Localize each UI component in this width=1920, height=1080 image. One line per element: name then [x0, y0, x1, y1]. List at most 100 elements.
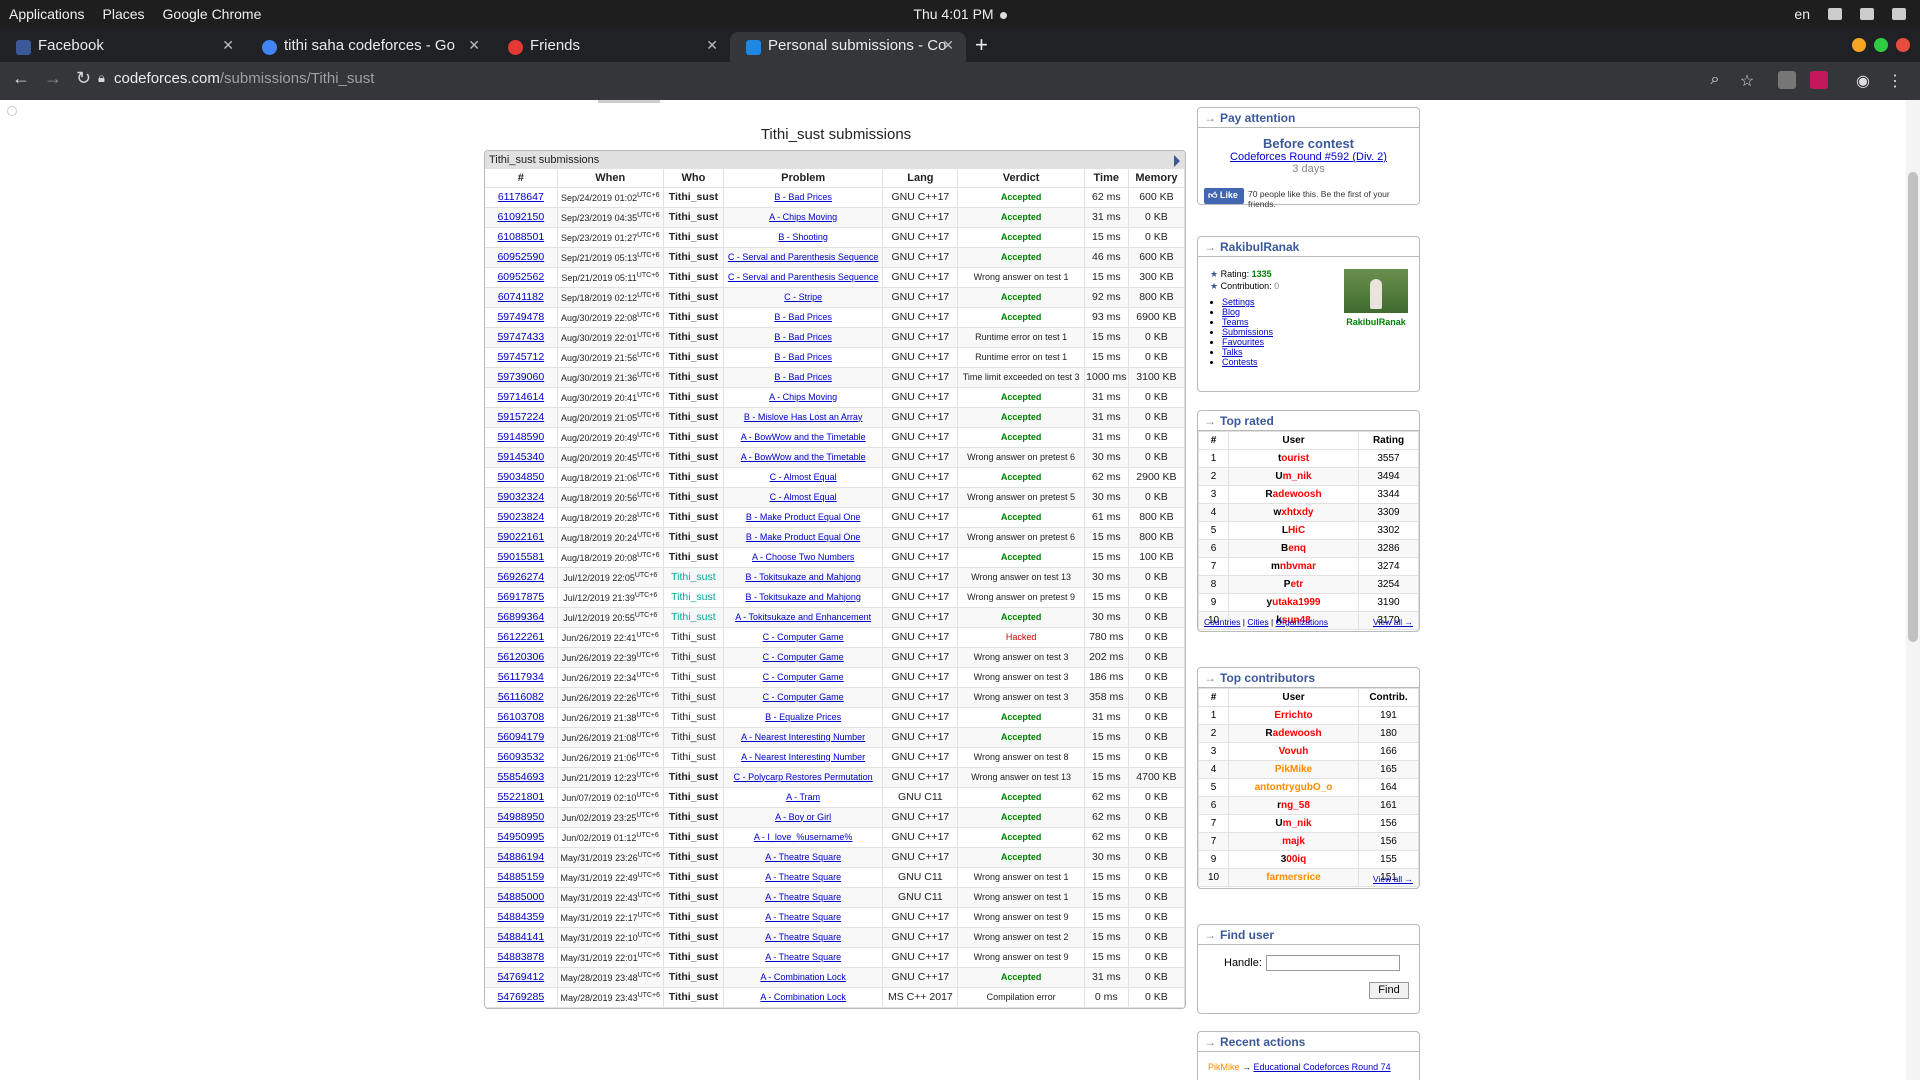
cell-verdict[interactable]: Wrong answer on test 13	[957, 767, 1085, 788]
problem-link[interactable]: B - Mislove Has Lost an Array	[744, 412, 863, 422]
problem-link[interactable]: A - Nearest Interesting Number	[741, 752, 865, 762]
find-button[interactable]: Find	[1369, 982, 1409, 999]
problem-link[interactable]: A - Choose Two Numbers	[752, 552, 854, 562]
handle-input[interactable]	[1266, 955, 1400, 971]
cell-verdict[interactable]: Accepted	[957, 427, 1085, 448]
submission-id-link[interactable]: 54884359	[497, 911, 544, 923]
close-tab-icon[interactable]: ✕	[706, 37, 718, 54]
cell-verdict[interactable]: Compilation error	[957, 987, 1085, 1008]
cell-verdict[interactable]: Wrong answer on pretest 6	[957, 447, 1085, 468]
submission-id-link[interactable]: 59747433	[497, 331, 544, 343]
cell-verdict[interactable]: Accepted	[957, 807, 1085, 828]
scrollbar-thumb[interactable]	[1908, 172, 1918, 642]
problem-link[interactable]: A - Theatre Square	[765, 952, 841, 962]
close-tab-icon[interactable]: ✕	[468, 37, 480, 54]
zoom-search-icon[interactable]: ⌕	[1706, 71, 1724, 89]
cell-verdict[interactable]: Accepted	[957, 607, 1085, 628]
problem-link[interactable]: B - Tokitsukaze and Mahjong	[745, 592, 860, 602]
cell-who[interactable]: Tithi_sust	[663, 647, 724, 668]
account-avatar-icon[interactable]: ◉	[1854, 71, 1872, 90]
cell-verdict[interactable]: Accepted	[957, 787, 1085, 808]
submission-id-link[interactable]: 55221801	[497, 791, 544, 803]
cell-verdict[interactable]: Accepted	[957, 507, 1085, 528]
cell-verdict[interactable]: Wrong answer on test 13	[957, 567, 1085, 588]
cell-who[interactable]: Tithi_sust	[663, 447, 724, 468]
problem-link[interactable]: A - Theatre Square	[765, 912, 841, 922]
cell-who[interactable]: Tithi_sust	[663, 827, 724, 848]
cell-who[interactable]: Tithi_sust	[663, 847, 724, 868]
problem-link[interactable]: C - Stripe	[784, 292, 822, 302]
submission-id-link[interactable]: 59032324	[497, 491, 544, 503]
cell-who[interactable]: Tithi_sust	[663, 227, 724, 248]
problem-link[interactable]: A - BowWow and the Timetable	[741, 432, 866, 442]
submission-id-link[interactable]: 59739060	[497, 371, 544, 383]
submission-id-link[interactable]: 54950995	[497, 831, 544, 843]
cell-who[interactable]: Tithi_sust	[663, 267, 724, 288]
problem-link[interactable]: B - Make Product Equal One	[746, 512, 861, 522]
user-link[interactable]: rng_58	[1228, 796, 1359, 815]
problem-link[interactable]: C - Computer Game	[763, 652, 844, 662]
problem-link[interactable]: B - Bad Prices	[774, 192, 832, 202]
cell-verdict[interactable]: Accepted	[957, 247, 1085, 268]
cell-who[interactable]: Tithi_sust	[663, 187, 724, 208]
submission-id-link[interactable]: 54885159	[497, 871, 544, 883]
cell-verdict[interactable]: Accepted	[957, 307, 1085, 328]
cities-link[interactable]: Cities	[1247, 617, 1268, 627]
user-link[interactable]: majk	[1228, 832, 1359, 851]
cell-who[interactable]: Tithi_sust	[663, 967, 724, 988]
submission-id-link[interactable]: 56117934	[498, 671, 544, 683]
cell-who[interactable]: Tithi_sust	[663, 327, 724, 348]
cell-verdict[interactable]: Wrong answer on test 1	[957, 887, 1085, 908]
cell-verdict[interactable]: Wrong answer on pretest 9	[957, 587, 1085, 608]
cell-who[interactable]: Tithi_sust	[663, 427, 724, 448]
user-link[interactable]: tourist	[1228, 449, 1359, 468]
cell-who[interactable]: Tithi_sust	[663, 787, 724, 808]
problem-link[interactable]: B - Bad Prices	[774, 372, 832, 382]
cell-verdict[interactable]: Time limit exceeded on test 3	[957, 367, 1085, 388]
user-link[interactable]: Radewoosh	[1228, 485, 1359, 504]
cell-verdict[interactable]: Wrong answer on pretest 5	[957, 487, 1085, 508]
cell-verdict[interactable]: Wrong answer on pretest 6	[957, 527, 1085, 548]
cell-verdict[interactable]: Wrong answer on test 1	[957, 267, 1085, 288]
cell-who[interactable]: Tithi_sust	[663, 307, 724, 328]
close-tab-icon[interactable]: ✕	[222, 37, 234, 54]
user-link[interactable]: farmersrice	[1228, 868, 1359, 887]
problem-link[interactable]: C - Serval and Parenthesis Sequence	[728, 252, 879, 262]
cell-verdict[interactable]: Runtime error on test 1	[957, 347, 1085, 368]
close-window-icon[interactable]	[1896, 38, 1910, 52]
clock[interactable]: Thu 4:01 PM	[0, 6, 1920, 22]
submission-id-link[interactable]: 56103708	[497, 711, 544, 723]
problem-link[interactable]: C - Computer Game	[763, 632, 844, 642]
scrollbar[interactable]	[1906, 100, 1920, 1080]
submission-id-link[interactable]: 61178647	[498, 191, 544, 203]
problem-link[interactable]: A - BowWow and the Timetable	[741, 452, 866, 462]
cell-verdict[interactable]: Wrong answer on test 3	[957, 687, 1085, 708]
submission-id-link[interactable]: 54884141	[497, 931, 544, 943]
favourites-link[interactable]: Favourites	[1222, 337, 1264, 347]
problem-link[interactable]: A - Theatre Square	[765, 932, 841, 942]
submission-id-link[interactable]: 60741182	[498, 291, 544, 303]
tab-google-search[interactable]: tithi saha codeforces - Go ✕	[246, 32, 492, 62]
close-tab-icon[interactable]: ✕	[942, 37, 954, 54]
cell-verdict[interactable]: Accepted	[957, 187, 1085, 208]
problem-link[interactable]: A - Nearest Interesting Number	[741, 732, 865, 742]
cell-verdict[interactable]: Accepted	[957, 727, 1085, 748]
cell-verdict[interactable]: Hacked	[957, 627, 1085, 648]
lock-icon[interactable]: 🔒︎	[98, 70, 105, 86]
submission-id-link[interactable]: 54988950	[497, 811, 544, 823]
extension-icon-2[interactable]	[1810, 71, 1828, 89]
user-link[interactable]: PikMike	[1228, 760, 1359, 779]
user-link[interactable]: Radewoosh	[1228, 724, 1359, 743]
cell-verdict[interactable]: Wrong answer on test 8	[957, 747, 1085, 768]
problem-link[interactable]: C - Polycarp Restores Permutation	[734, 772, 873, 782]
user-link[interactable]: antontrygubO_o	[1228, 778, 1359, 797]
settings-link[interactable]: Settings	[1222, 297, 1255, 307]
expand-arrow-icon[interactable]	[1174, 155, 1180, 167]
chrome-menu-icon[interactable]: ⋮	[1886, 71, 1904, 90]
minimize-window-icon[interactable]	[1852, 38, 1866, 52]
submission-id-link[interactable]: 54769285	[497, 991, 544, 1003]
cell-verdict[interactable]: Runtime error on test 1	[957, 327, 1085, 348]
cell-who[interactable]: Tithi_sust	[663, 687, 724, 708]
submission-id-link[interactable]: 55854693	[497, 771, 544, 783]
contest-link[interactable]: Codeforces Round #592 (Div. 2)	[1230, 151, 1387, 163]
